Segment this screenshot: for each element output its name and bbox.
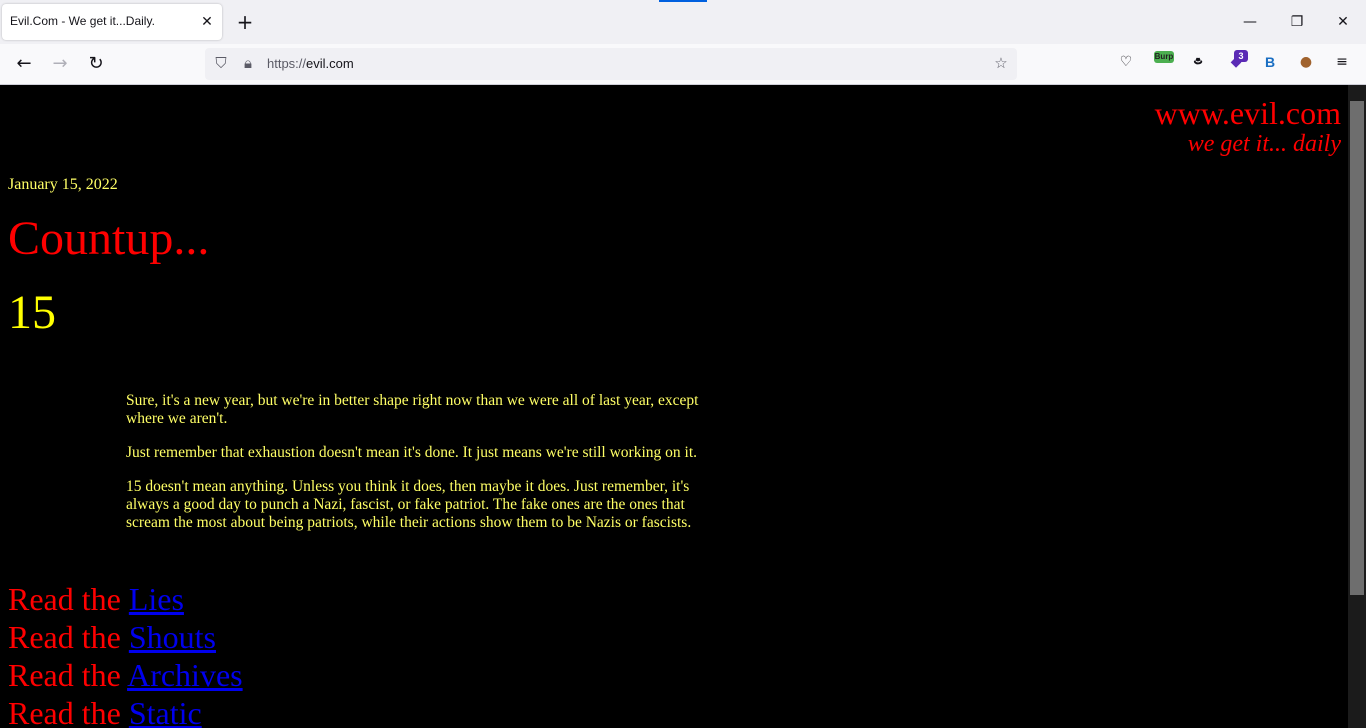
tab-strip: Evil.Com - We get it...Daily. ✕ + — ❐ ✕ — [0, 0, 1366, 44]
bookmark-star-icon[interactable]: ☆ — [991, 54, 1011, 74]
restore-icon[interactable]: ❐ — [1287, 12, 1307, 32]
back-arrow-icon[interactable]: ← — [12, 52, 36, 76]
post-paragraph: 15 doesn't mean anything. Unless you thi… — [126, 478, 692, 531]
tab-title: Evil.Com - We get it...Daily. — [10, 14, 155, 28]
read-prefix: Read the — [8, 695, 129, 728]
burp-badge: Burp — [1154, 51, 1174, 63]
url-host: evil.com — [306, 56, 354, 71]
read-link-row: Read the Shouts — [8, 618, 243, 656]
hamburger-menu-icon[interactable]: ≡ — [1332, 54, 1352, 74]
reload-icon[interactable]: ↻ — [84, 52, 108, 76]
forward-arrow-icon[interactable]: → — [48, 52, 72, 76]
url-text[interactable]: https://evil.com — [267, 56, 354, 71]
post-count: 15 — [8, 286, 56, 339]
read-link-row: Read the Lies — [8, 580, 243, 618]
minimize-icon[interactable]: — — [1240, 12, 1260, 32]
stack-extension-badge: 3 — [1234, 50, 1248, 62]
hat-extension-icon[interactable]: 🎩︎ — [1188, 54, 1208, 74]
burp-extension-icon[interactable]: Burp — [1154, 51, 1174, 74]
close-window-icon[interactable]: ✕ — [1333, 12, 1353, 32]
pocket-icon[interactable]: ♡ — [1116, 54, 1136, 74]
shield-icon[interactable]: ⛉ — [211, 54, 231, 74]
address-bar[interactable]: ⛉ 🔒︎ https://evil.com ☆ — [205, 48, 1017, 80]
b-extension-icon[interactable]: B — [1260, 54, 1280, 74]
site-tagline: we get it... daily — [1187, 131, 1341, 157]
site-title: www.evil.com — [1154, 95, 1341, 131]
web-page: www.evil.com we get it... daily January … — [0, 85, 1348, 728]
read-prefix: Read the — [8, 657, 128, 693]
static-link[interactable]: Static — [129, 695, 202, 728]
read-prefix: Read the — [8, 619, 129, 655]
post-paragraph: Just remember that exhaustion doesn't me… — [126, 444, 698, 461]
shouts-link[interactable]: Shouts — [129, 619, 216, 655]
url-scheme: https:// — [267, 56, 307, 71]
tab-strip-accent — [659, 0, 707, 2]
cookie-extension-icon[interactable]: ● — [1296, 54, 1316, 74]
lies-link[interactable]: Lies — [129, 581, 184, 617]
post-body: Sure, it's a new year, but we're in bett… — [126, 392, 726, 548]
read-link-row: Read the Archives — [8, 656, 243, 694]
stack-extension-icon[interactable]: ◆ 3 — [1226, 50, 1248, 74]
post-date: January 15, 2022 — [8, 176, 118, 193]
archives-link[interactable]: Archives — [127, 657, 243, 693]
tab-evil-com[interactable]: Evil.Com - We get it...Daily. ✕ — [2, 4, 222, 40]
navigation-toolbar: ← → ↻ ⛉ 🔒︎ https://evil.com ☆ ♡ Burp 🎩︎ … — [0, 44, 1366, 85]
page-scrollbar[interactable] — [1348, 85, 1366, 728]
lock-icon[interactable]: 🔒︎ — [238, 54, 258, 74]
read-link-row: Read the Static — [8, 694, 243, 728]
read-prefix: Read the — [8, 581, 129, 617]
post-paragraph: Sure, it's a new year, but we're in bett… — [126, 392, 699, 427]
scrollbar-thumb[interactable] — [1350, 101, 1364, 595]
post-heading: Countup... — [8, 212, 210, 265]
close-tab-icon[interactable]: ✕ — [198, 13, 216, 31]
read-links: Read the Lies Read the Shouts Read the A… — [8, 580, 243, 728]
new-tab-icon[interactable]: + — [234, 11, 256, 33]
